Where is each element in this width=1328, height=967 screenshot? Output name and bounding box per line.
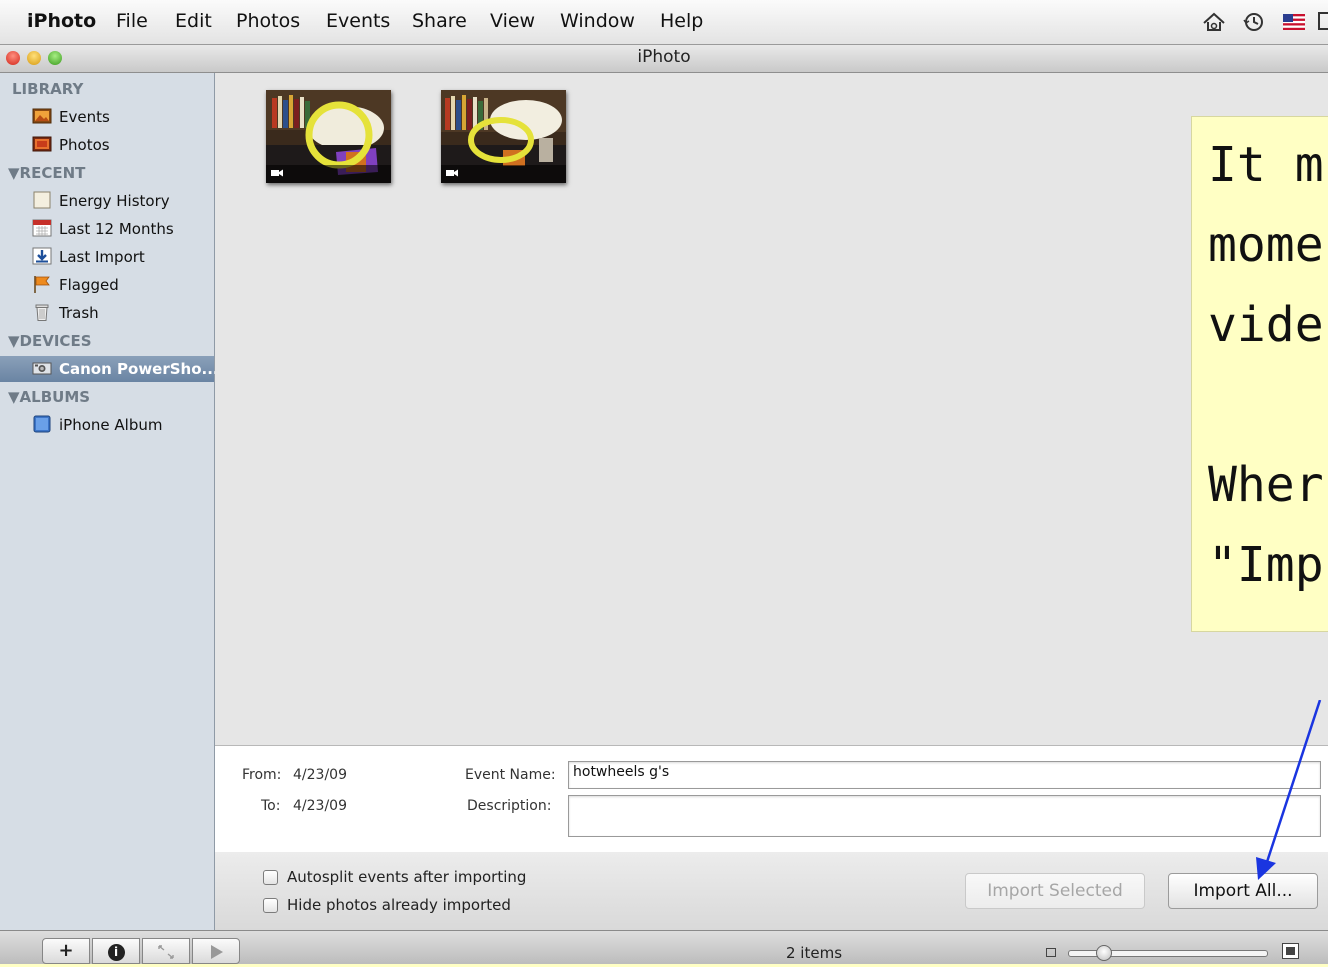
section-recent[interactable]: ▼RECENT xyxy=(8,164,85,182)
event-name-field[interactable]: hotwheels g's xyxy=(568,761,1321,789)
event-name-label: Event Name: xyxy=(465,767,556,783)
import-selected-button[interactable]: Import Selected xyxy=(965,873,1145,909)
to-date: 4/23/09 xyxy=(293,798,347,814)
play-icon xyxy=(211,945,223,959)
from-date: 4/23/09 xyxy=(293,767,347,783)
autosplit-label: Autosplit events after importing xyxy=(287,868,527,886)
tutorial-callout: It m mome vide Wher "Imp xyxy=(1191,116,1328,632)
section-devices[interactable]: ▼DEVICES xyxy=(8,332,92,350)
item-count: 2 items xyxy=(786,944,843,962)
photo-browser xyxy=(215,73,1328,745)
callout-line-1: It m xyxy=(1208,137,1324,193)
fullscreen-button[interactable] xyxy=(142,938,190,964)
large-thumbnail-icon xyxy=(1282,943,1299,959)
import-icon xyxy=(32,247,52,265)
slider-knob[interactable] xyxy=(1096,945,1112,961)
description-field[interactable] xyxy=(568,795,1321,837)
disclosure-triangle-icon: ▼ xyxy=(8,388,20,406)
import-bar: Autosplit events after importing Hide ph… xyxy=(215,852,1328,930)
import-info-panel: From: 4/23/09 To: 4/23/09 Event Name: ho… xyxy=(215,745,1328,853)
camera-icon xyxy=(32,362,52,375)
hide-imported-label: Hide photos already imported xyxy=(287,896,511,914)
window-title-bar: iPhoto xyxy=(0,45,1328,73)
from-label: From: xyxy=(242,767,282,783)
callout-line-5: Wher xyxy=(1208,457,1324,513)
section-albums[interactable]: ▼ALBUMS xyxy=(8,388,90,406)
menu-view[interactable]: View xyxy=(490,10,535,32)
disclosure-triangle-icon: ▼ xyxy=(8,164,20,182)
play-slideshow-button[interactable] xyxy=(192,938,240,964)
events-icon xyxy=(32,108,52,124)
time-machine-icon[interactable] xyxy=(1242,11,1266,37)
video-thumbnail-2[interactable] xyxy=(441,90,566,183)
callout-line-6: "Imp xyxy=(1208,537,1324,593)
menu-bar: iPhoto File Edit Photos Events Share Vie… xyxy=(0,0,1328,45)
menu-share[interactable]: Share xyxy=(412,10,467,32)
small-thumbnail-icon xyxy=(1046,948,1056,957)
time-capsule-icon[interactable] xyxy=(1202,11,1226,37)
app-menu[interactable]: iPhoto xyxy=(27,10,96,32)
disclosure-triangle-icon: ▼ xyxy=(8,332,20,350)
info-icon: i xyxy=(107,944,125,961)
album-icon xyxy=(33,415,51,433)
hide-imported-checkbox[interactable] xyxy=(263,898,278,913)
section-library: LIBRARY xyxy=(12,80,84,98)
add-button[interactable]: + xyxy=(42,938,90,964)
menu-window[interactable]: Window xyxy=(560,10,635,32)
window-title: iPhoto xyxy=(637,47,691,67)
info-button[interactable]: i xyxy=(92,938,140,964)
callout-line-2: mome xyxy=(1208,217,1324,273)
event-album-icon xyxy=(33,191,51,209)
trash-icon xyxy=(35,304,49,321)
to-label: To: xyxy=(261,798,281,814)
photos-icon xyxy=(32,136,52,152)
callout-arrow xyxy=(1256,700,1322,880)
menu-help[interactable]: Help xyxy=(660,10,703,32)
calendar-icon xyxy=(32,219,52,237)
source-list: LIBRARY Events Photos ▼RECENT Energy His… xyxy=(0,73,219,930)
thumbnail-size-slider[interactable] xyxy=(1068,945,1268,961)
callout-line-3: vide xyxy=(1208,297,1324,353)
bottom-toolbar: + i 2 items xyxy=(0,930,1328,964)
menu-events[interactable]: Events xyxy=(326,10,390,32)
menu-edit[interactable]: Edit xyxy=(175,10,212,32)
us-flag-icon[interactable] xyxy=(1283,14,1305,34)
battery-icon[interactable] xyxy=(1318,12,1328,30)
video-thumbnail-1[interactable] xyxy=(266,90,391,183)
autosplit-checkbox[interactable] xyxy=(263,870,278,885)
flag-icon xyxy=(34,276,50,293)
fullscreen-icon xyxy=(158,945,174,959)
menu-photos[interactable]: Photos xyxy=(236,10,300,32)
description-label: Description: xyxy=(467,798,552,814)
menu-file[interactable]: File xyxy=(116,10,148,32)
